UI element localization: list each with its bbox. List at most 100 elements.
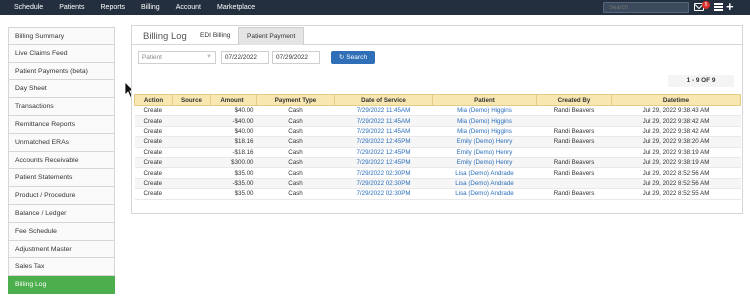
cell-patient-link[interactable]: Emily (Demo) Henry [432,157,537,169]
table-row: Create -$35.00 Cash 7/29/2022 02:30PM Li… [134,178,741,190]
cell-created-by: Randi Beavers [536,188,612,200]
sidebar-item-balance-ledger[interactable]: Balance / Ledger [8,204,115,223]
start-date-input[interactable]: 07/22/2022 [221,51,269,64]
cell-payment-type: Cash [256,167,335,179]
cell-patient-link[interactable]: Lisa (Demo) Andrade [432,188,537,200]
nav-account[interactable]: Account [176,4,201,11]
cell-created-by [536,147,612,158]
cell-amount: $40.00 [210,105,257,117]
cell-amount: $300.00 [210,157,257,169]
cell-patient-link[interactable]: Emily (Demo) Henry [432,147,537,158]
patient-select-value: Patient [142,54,162,61]
cell-patient-link[interactable]: Mia (Demo) Higgins [432,105,537,117]
sidebar-item-billing-log[interactable]: Billing Log [8,276,115,294]
sidebar-item-day-sheet[interactable]: Day Sheet [8,80,115,99]
nav-patients[interactable]: Patients [59,4,84,11]
cell-date-of-service-link[interactable]: 7/29/2022 02:30PM [334,167,433,179]
cell-source [172,136,211,148]
sidebar-item-sales-tax[interactable]: Sales Tax [8,258,115,277]
plus-icon[interactable]: + [726,0,734,13]
patient-select[interactable]: Patient ▼ [138,51,216,64]
sidebar-item-remittance-reports[interactable]: Remittance Reports [8,115,115,134]
tab-bar: Billing Log EDI Billing Patient Payment [132,26,742,45]
table-row: Create $18.16 Cash 7/29/2022 12:45PM Emi… [134,136,741,148]
table-header-row: Action Source Amount Payment Type Date o… [134,94,741,106]
cell-patient-link[interactable]: Emily (Demo) Henry [432,136,537,148]
column-header-action[interactable]: Action [134,94,173,106]
sidebar-item-billing-summary[interactable]: Billing Summary [8,27,115,45]
sidebar-item-transactions[interactable]: Transactions [8,98,115,116]
cell-amount: $18.16 [210,136,257,148]
cell-amount: $35.00 [210,188,257,200]
cell-payment-type: Cash [256,188,335,200]
sidebar-item-fee-schedule[interactable]: Fee Schedule [8,222,115,241]
nav-schedule[interactable]: Schedule [14,4,43,11]
sidebar-item-live-claims-feed[interactable]: Live Claims Feed [8,44,115,63]
sidebar-item-accounts-receivable[interactable]: Accounts Receivable [8,151,115,170]
cell-amount: $40.00 [210,126,257,138]
cell-date-of-service-link[interactable]: 7/29/2022 02:30PM [334,178,433,190]
search-button[interactable]: ↻ Search [331,51,375,64]
cell-source [172,105,211,117]
cell-date-of-service-link[interactable]: 7/29/2022 11:45AM [334,115,433,127]
cell-date-of-service-link[interactable]: 7/29/2022 12:45PM [334,147,433,158]
column-header-patient[interactable]: Patient [432,94,537,106]
mail-count-badge: 5 [702,1,710,9]
cell-payment-type: Cash [256,147,335,158]
column-header-source[interactable]: Source [172,94,211,106]
sidebar-item-unmatched-eras[interactable]: Unmatched ERAs [8,133,115,152]
cell-patient-link[interactable]: Lisa (Demo) Andrade [432,178,537,190]
cell-datetime: Jul 29, 2022 8:52:56 AM [611,178,741,190]
cell-date-of-service-link[interactable]: 7/29/2022 12:45PM [334,157,433,169]
cell-created-by: Randi Beavers [536,167,612,179]
cell-datetime: Jul 29, 2022 9:38:19 AM [611,157,741,169]
column-header-datetime[interactable]: Datetime [611,94,741,106]
cell-action: Create [134,115,173,127]
sidebar-item-patient-payments[interactable]: Patient Payments (beta) [8,62,115,81]
tab-edi-billing[interactable]: EDI Billing [192,27,238,45]
tab-patient-payment[interactable]: Patient Payment [238,27,305,45]
cell-created-by [536,115,612,127]
cell-datetime: Jul 29, 2022 8:52:55 AM [611,188,741,200]
cell-patient-link[interactable]: Mia (Demo) Higgins [432,126,537,138]
cell-payment-type: Cash [256,178,335,190]
end-date-input[interactable]: 07/29/2022 [272,51,320,64]
cell-action: Create [134,147,173,158]
table-row: Create $300.00 Cash 7/29/2022 12:45PM Em… [134,157,741,169]
hamburger-menu-icon[interactable] [714,3,723,11]
cell-payment-type: Cash [256,115,335,127]
column-header-created-by[interactable]: Created By [536,94,612,106]
cell-date-of-service-link[interactable]: 7/29/2022 11:45AM [334,105,433,117]
nav-marketplace[interactable]: Marketplace [217,4,255,11]
cell-amount: -$40.00 [210,115,257,127]
cell-payment-type: Cash [256,157,335,169]
cell-amount: -$35.00 [210,178,257,190]
sidebar-item-patient-statements[interactable]: Patient Statements [8,169,115,188]
table-row: Create $40.00 Cash 7/29/2022 11:45AM Mia… [134,105,741,117]
cell-datetime: Jul 29, 2022 9:38:19 AM [611,147,741,158]
billing-sidebar: Billing Summary Live Claims Feed Patient… [8,27,115,294]
cell-datetime: Jul 29, 2022 9:38:42 AM [611,115,741,127]
global-search-input[interactable] [603,2,689,13]
column-header-payment-type[interactable]: Payment Type [256,94,335,106]
cell-datetime: Jul 29, 2022 9:38:43 AM [611,105,741,117]
nav-billing[interactable]: Billing [141,4,160,11]
cell-created-by [536,178,612,190]
column-header-date-of-service[interactable]: Date of Service [334,94,433,106]
nav-reports[interactable]: Reports [101,4,126,11]
chevron-down-icon: ▼ [206,54,212,60]
table-row: Create -$40.00 Cash 7/29/2022 11:45AM Mi… [134,115,741,127]
sidebar-item-product-procedure[interactable]: Product / Procedure [8,187,115,205]
cell-date-of-service-link[interactable]: 7/29/2022 11:45AM [334,126,433,138]
page-title: Billing Log [143,31,187,42]
column-header-amount[interactable]: Amount [210,94,257,106]
table-row: Create -$18.16 Cash 7/29/2022 12:45PM Em… [134,147,741,158]
sidebar-item-adjustment-master[interactable]: Adjustment Master [8,240,115,259]
cell-action: Create [134,178,173,190]
cell-source [172,115,211,127]
cell-date-of-service-link[interactable]: 7/29/2022 12:45PM [334,136,433,148]
cell-patient-link[interactable]: Mia (Demo) Higgins [432,115,537,127]
cell-date-of-service-link[interactable]: 7/29/2022 02:30PM [334,188,433,200]
cell-patient-link[interactable]: Lisa (Demo) Andrade [432,167,537,179]
cell-payment-type: Cash [256,136,335,148]
